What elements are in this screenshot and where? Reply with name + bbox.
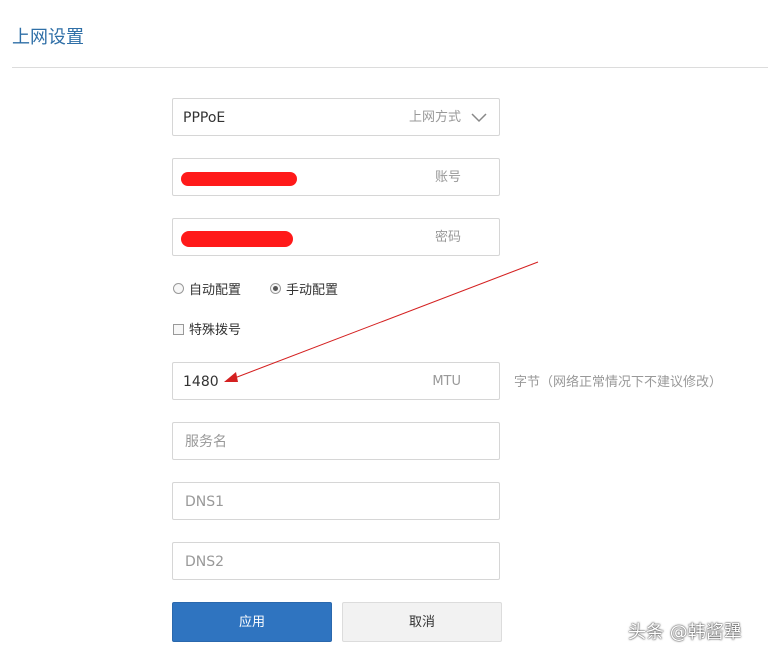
dns2-input[interactable]: DNS2 bbox=[172, 542, 500, 580]
connection-type-select[interactable]: PPPoE 上网方式 bbox=[172, 98, 500, 136]
connection-type-label: 上网方式 bbox=[408, 110, 461, 125]
special-dial-label[interactable]: 特殊拨号 bbox=[189, 320, 241, 342]
cancel-button[interactable]: 取消 bbox=[342, 602, 502, 642]
connection-type-value: PPPoE bbox=[183, 110, 226, 126]
account-field[interactable]: 账号 bbox=[172, 158, 500, 196]
mtu-hint: 字节（网络正常情况下不建议修改） bbox=[514, 375, 723, 390]
service-name-placeholder: 服务名 bbox=[185, 434, 227, 450]
router-settings-page: 上网设置 PPPoE 上网方式 账号 密码 自动配置 手动配置 特殊拨号 148… bbox=[0, 0, 768, 662]
password-label: 密码 bbox=[434, 230, 461, 245]
mtu-label: MTU bbox=[432, 374, 461, 389]
mtu-field[interactable]: 1480 MTU bbox=[172, 362, 500, 400]
dns1-input[interactable]: DNS1 bbox=[172, 482, 500, 520]
special-dial-checkbox[interactable] bbox=[173, 324, 184, 335]
dns2-placeholder: DNS2 bbox=[185, 554, 225, 570]
header-divider bbox=[12, 67, 768, 68]
dns1-placeholder: DNS1 bbox=[185, 494, 225, 510]
page-title: 上网设置 bbox=[12, 27, 84, 48]
manual-config-radio[interactable] bbox=[270, 283, 281, 294]
watermark: 头条 @韩酱犟 bbox=[628, 622, 742, 643]
password-field[interactable]: 密码 bbox=[172, 218, 500, 256]
apply-button[interactable]: 应用 bbox=[172, 602, 332, 642]
service-name-input[interactable]: 服务名 bbox=[172, 422, 500, 460]
manual-config-label[interactable]: 手动配置 bbox=[286, 280, 338, 302]
auto-config-radio[interactable] bbox=[173, 283, 184, 294]
redaction-mark bbox=[181, 172, 297, 186]
account-label: 账号 bbox=[434, 170, 461, 185]
config-mode-group: 自动配置 手动配置 bbox=[0, 280, 768, 302]
mtu-value: 1480 bbox=[183, 374, 219, 390]
chevron-down-icon bbox=[471, 113, 487, 123]
auto-config-label[interactable]: 自动配置 bbox=[189, 280, 241, 302]
redaction-mark bbox=[181, 231, 293, 247]
